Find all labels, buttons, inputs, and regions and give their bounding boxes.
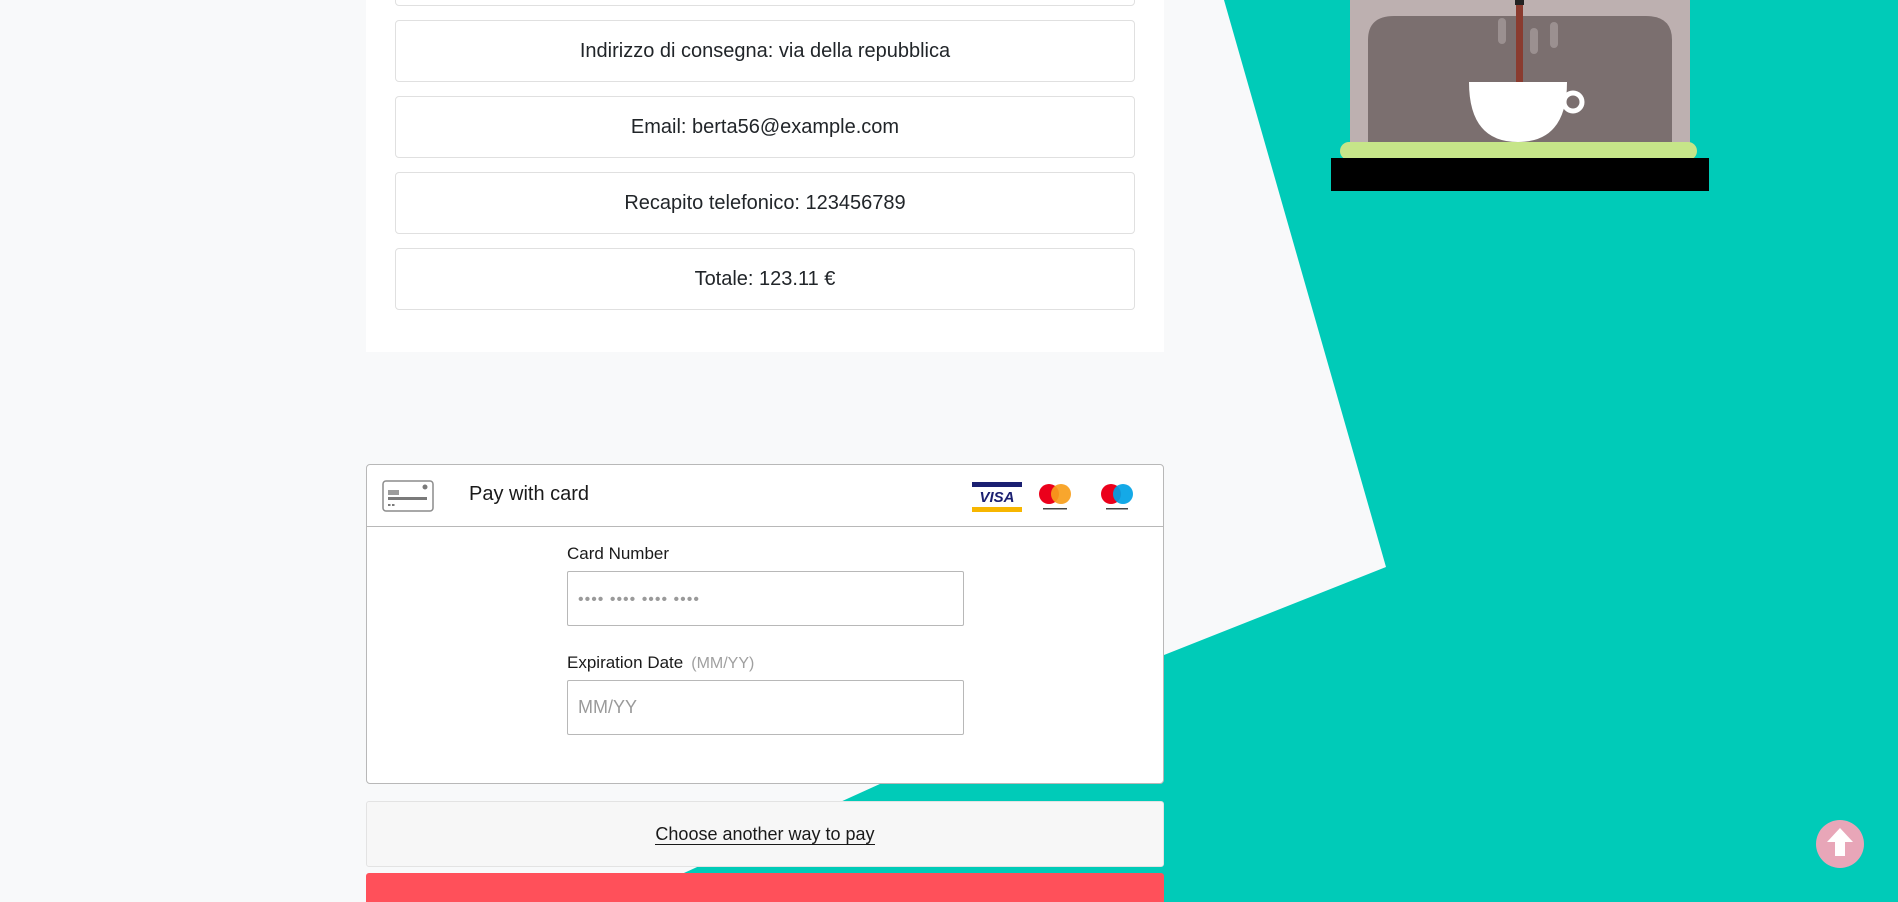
mastercard-logo (1035, 481, 1075, 518)
card-number-label: Card Number (567, 544, 670, 563)
order-summary-card: Indirizzo di consegna: via della repubbl… (366, 0, 1164, 352)
phone-row: Recapito telefonico: 123456789 (395, 172, 1135, 234)
email-text: Email: berta56@example.com (630, 115, 900, 138)
coffee-stream (1516, 0, 1523, 88)
email-row: Email: berta56@example.com (395, 96, 1135, 158)
credit-card-icon (382, 480, 434, 517)
delivery-address-text: Indirizzo di consegna: via della repubbl… (579, 39, 951, 62)
maestro-logo (1097, 481, 1137, 518)
alternative-payment-box: Choose another way to pay (366, 801, 1164, 867)
expiration-date-label-text: Expiration Date (567, 653, 684, 672)
visa-logo: VISA (971, 481, 1023, 518)
summary-row-previous (395, 0, 1135, 6)
arrow-up-icon (1825, 826, 1855, 863)
delivery-address-row: Indirizzo di consegna: via della repubbl… (395, 20, 1135, 82)
machine-base (1331, 158, 1709, 191)
steam-3 (1550, 22, 1558, 48)
choose-another-payment-link[interactable]: Choose another way to pay (655, 824, 875, 845)
nozzle (1515, 0, 1524, 5)
expiration-date-input[interactable] (567, 680, 964, 735)
pay-card-header: Pay with card VISA (367, 465, 1163, 527)
phone-text: Recapito telefonico: 123456789 (624, 191, 906, 214)
steam-1 (1498, 18, 1506, 44)
pay-with-card-form: Pay with card VISA Card Number •••• ••••… (366, 464, 1164, 784)
scroll-to-top-button[interactable] (1816, 820, 1864, 868)
pay-with-card-title: Pay with card (469, 483, 590, 505)
steam-2 (1530, 28, 1538, 54)
expiration-date-label: Expiration Date (MM/YY) (567, 653, 754, 673)
coffee-machine-illustration (1331, 0, 1709, 191)
total-text: Totale: 123.11 € (694, 267, 836, 290)
drip-tray (1340, 142, 1697, 160)
pay-button[interactable] (366, 873, 1164, 902)
expiration-date-hint: (MM/YY) (691, 655, 755, 672)
card-number-input[interactable] (567, 571, 964, 626)
total-row: Totale: 123.11 € (395, 248, 1135, 310)
svg-text:VISA: VISA (979, 489, 1014, 506)
